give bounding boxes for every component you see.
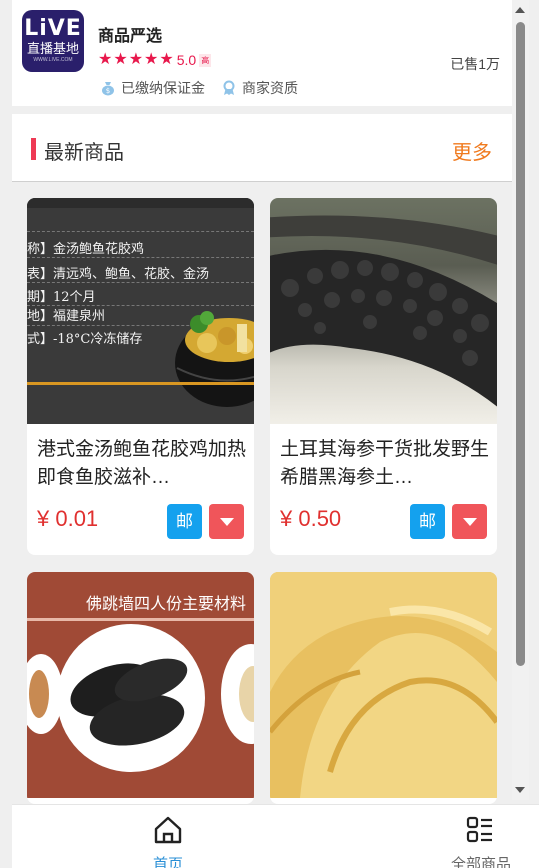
product-image[interactable]: 称】金汤鲍鱼花胶鸡 表】清远鸡、鲍鱼、花胶、金汤 期】12个月 地】福建泉州 式… — [27, 198, 254, 424]
image-text-line: 称】金汤鲍鱼花胶鸡 — [27, 242, 145, 257]
vertical-scrollbar[interactable] — [512, 0, 529, 800]
logo-subtext: 直播基地 — [26, 41, 79, 56]
free-shipping-badge: 邮 — [410, 504, 445, 539]
cert-label: 商家资质 — [242, 80, 298, 96]
star-icon: ★ — [144, 51, 159, 68]
product-image[interactable]: 佛跳墙四人份主要材料 — [27, 572, 254, 798]
product-card[interactable]: 称】金汤鲍鱼花胶鸡 表】清远鸡、鲍鱼、花胶、金汤 期】12个月 地】福建泉州 式… — [27, 198, 254, 555]
pot-illustration — [175, 311, 254, 407]
image-text-line: 地】福建泉州 — [27, 309, 106, 324]
dropdown-button[interactable] — [452, 504, 487, 539]
money-bag-icon: $ — [102, 82, 114, 96]
shop-certifications: $ 已缴纳保证金 商家资质 — [100, 78, 314, 98]
sea-cucumber-illustration — [270, 215, 497, 407]
sea-cucumber-plate-illustration — [27, 618, 254, 772]
cert-qualification: 商家资质 — [221, 78, 298, 98]
scrollbar-thumb[interactable] — [516, 22, 525, 666]
certificate-icon — [223, 80, 235, 95]
star-icon: ★ — [98, 51, 113, 68]
product-card[interactable]: 佛跳墙四人份主要材料 — [27, 572, 254, 804]
shop-name: 商品严选 — [98, 28, 163, 45]
star-icon: ★ — [113, 51, 128, 68]
bottom-tab-bar: 首页 全部商品 — [12, 804, 539, 868]
cert-deposit: $ 已缴纳保证金 — [100, 78, 205, 98]
image-text-line: 表】清远鸡、鲍鱼、花胶、金汤 — [27, 267, 210, 282]
latest-products-header: 最新商品 更多 — [12, 114, 512, 182]
logo-text: LiVE — [24, 16, 82, 41]
product-card[interactable] — [270, 572, 497, 804]
image-text-line: 期】12个月 — [27, 290, 96, 305]
image-title: 佛跳墙四人份主要材料 — [85, 596, 246, 613]
product-image[interactable] — [270, 198, 497, 424]
dropdown-button[interactable] — [209, 504, 244, 539]
sold-count: 已售1万 — [450, 56, 500, 72]
shop-header[interactable]: LiVE 直播基地 WWW.LIVE.COM 商品严选 ★ ★ ★ ★ ★ 5.… — [12, 0, 512, 106]
product-price: ¥ 0.50 — [280, 506, 342, 531]
product-image[interactable] — [270, 572, 497, 798]
rating-value: 5.0 — [176, 52, 197, 68]
svg-text:$: $ — [106, 87, 110, 95]
tab-home[interactable]: 首页 — [88, 805, 248, 868]
chevron-down-icon — [462, 517, 477, 526]
star-icon: ★ — [128, 51, 144, 68]
logo-url: WWW.LIVE.COM — [33, 57, 73, 63]
grid-list-icon — [466, 816, 492, 843]
fish-maw-illustration — [270, 572, 497, 798]
chevron-down-icon — [219, 517, 234, 526]
tab-all-products[interactable]: 全部商品 — [401, 805, 539, 868]
product-card[interactable]: 土耳其海参干货批发野生希腊黑海参土… ¥ 0.50 邮 — [270, 198, 497, 555]
cert-label: 已缴纳保证金 — [121, 80, 205, 96]
rating-stars: ★ ★ ★ ★ ★ 5.0 高 — [98, 50, 212, 70]
product-price: ¥ 0.01 — [37, 506, 99, 531]
product-name[interactable]: 土耳其海参干货批发野生希腊黑海参土… — [280, 436, 490, 492]
section-title: 最新商品 — [44, 142, 124, 164]
home-icon — [154, 816, 182, 844]
free-shipping-badge: 邮 — [167, 504, 202, 539]
tab-label: 首页 — [152, 856, 183, 868]
page: LiVE 直播基地 WWW.LIVE.COM 商品严选 ★ ★ ★ ★ ★ 5.… — [12, 0, 512, 868]
more-link[interactable]: 更多 — [452, 136, 492, 165]
rating-badge: 高 — [199, 53, 212, 67]
product-name[interactable]: 港式金汤鲍鱼花胶鸡加热即食鱼胶滋补… — [37, 436, 247, 492]
star-icon: ★ — [159, 51, 174, 68]
scroll-down-arrow-icon[interactable] — [515, 787, 525, 793]
section-accent-bar — [31, 138, 36, 160]
shop-logo: LiVE 直播基地 WWW.LIVE.COM — [22, 10, 84, 72]
image-text-line: 式】-18°C冷冻储存 — [27, 332, 143, 347]
tab-label: 全部商品 — [450, 856, 511, 868]
scroll-up-arrow-icon[interactable] — [515, 7, 525, 13]
